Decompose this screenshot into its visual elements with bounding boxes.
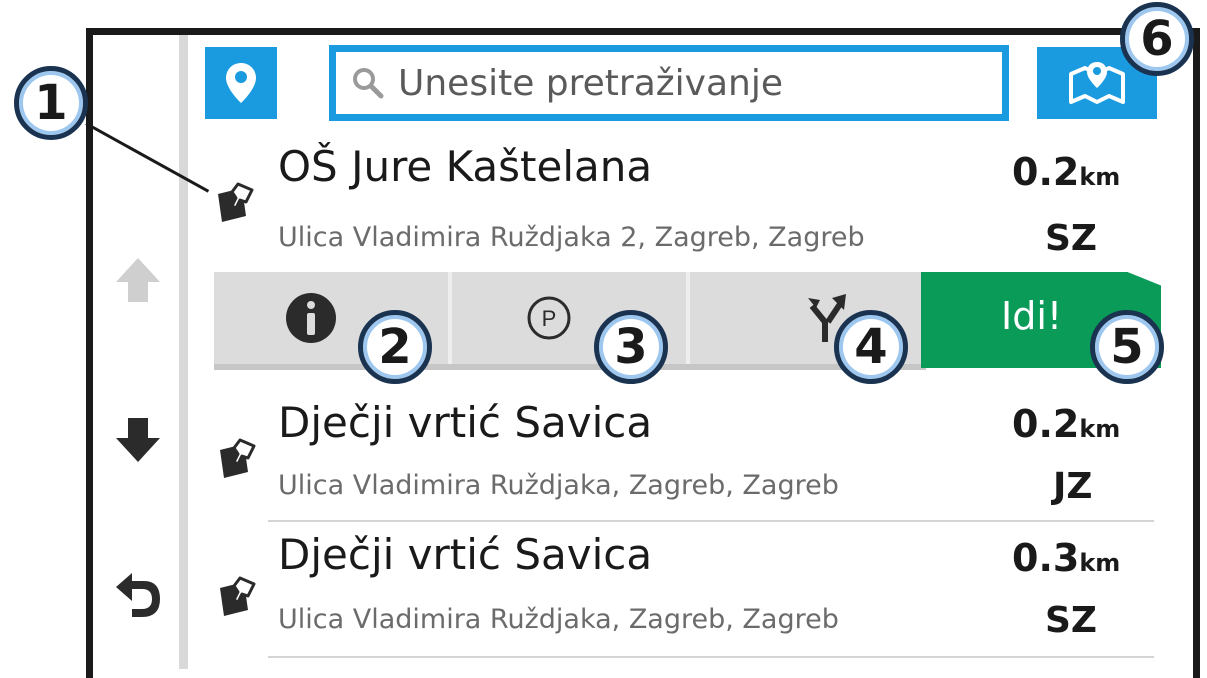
result-name: OŠ Jure Kaštelana bbox=[278, 142, 653, 191]
callout-1: 1 bbox=[14, 66, 88, 140]
poi-category-icon bbox=[220, 438, 256, 478]
result-name: Dječji vrtić Savica bbox=[278, 530, 653, 579]
search-input[interactable]: Unesite pretraživanje bbox=[336, 52, 1002, 114]
back-button[interactable] bbox=[108, 565, 168, 625]
result-direction: SZ bbox=[1045, 600, 1098, 641]
list-divider bbox=[268, 656, 1154, 658]
scroll-down-button[interactable] bbox=[108, 410, 168, 470]
location-button[interactable] bbox=[205, 47, 277, 119]
result-direction: JZ bbox=[1053, 466, 1093, 507]
map-pin-icon bbox=[226, 63, 256, 103]
list-divider bbox=[268, 520, 1154, 522]
result-direction: SZ bbox=[1045, 218, 1098, 259]
result-address: Ulica Vladimira Ruždjaka, Zagreb, Zagreb bbox=[278, 604, 839, 635]
result-name: Dječji vrtić Savica bbox=[278, 398, 653, 447]
folded-map-icon bbox=[1069, 62, 1125, 104]
navigation-column-divider bbox=[179, 35, 188, 669]
parking-icon: P bbox=[527, 296, 571, 340]
result-address: Ulica Vladimira Ruždjaka 2, Zagreb, Zagr… bbox=[278, 222, 865, 253]
callout-4: 4 bbox=[834, 310, 908, 384]
callout-3: 3 bbox=[594, 310, 668, 384]
result-address: Ulica Vladimira Ruždjaka, Zagreb, Zagreb bbox=[278, 470, 839, 501]
result-distance: 0.2km bbox=[1012, 150, 1121, 194]
result-distance: 0.2km bbox=[1012, 402, 1121, 446]
result-distance: 0.3km bbox=[1012, 536, 1121, 580]
magnifier-icon bbox=[353, 68, 384, 99]
search-field[interactable]: Unesite pretraživanje bbox=[329, 45, 1009, 121]
poi-category-icon bbox=[218, 182, 254, 222]
callout-5: 5 bbox=[1090, 310, 1164, 384]
search-placeholder: Unesite pretraživanje bbox=[398, 62, 783, 104]
info-icon bbox=[286, 293, 336, 343]
arrow-down-icon bbox=[116, 418, 160, 462]
poi-category-icon bbox=[220, 576, 256, 616]
result-action-bar: P bbox=[214, 272, 926, 370]
callout-2: 2 bbox=[358, 310, 432, 384]
svg-text:P: P bbox=[542, 306, 557, 331]
back-icon bbox=[116, 573, 160, 617]
arrow-up-icon bbox=[116, 258, 160, 302]
go-button-label: Idi! bbox=[1001, 294, 1063, 338]
callout-6: 6 bbox=[1120, 2, 1194, 76]
scroll-up-button[interactable] bbox=[108, 250, 168, 310]
